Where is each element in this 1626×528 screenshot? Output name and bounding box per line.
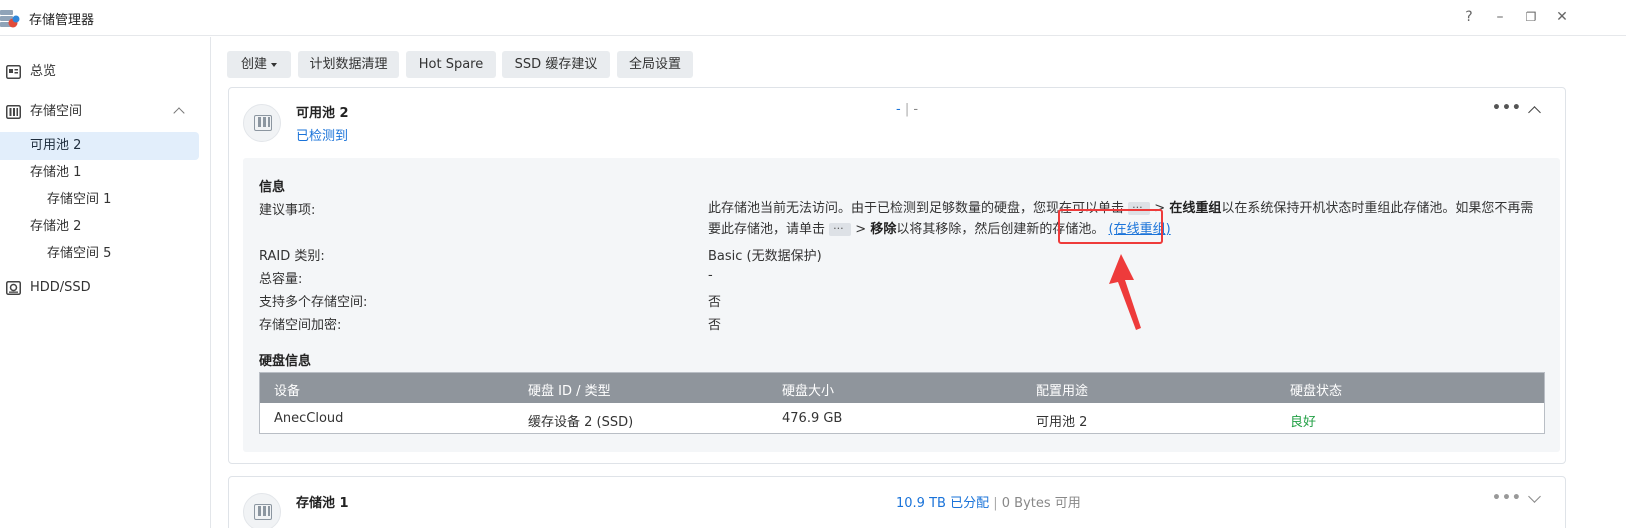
column-header[interactable]: 硬盘 ID / 类型 bbox=[528, 380, 611, 399]
sidebar-item-hdd-ssd[interactable]: HDD/SSD bbox=[0, 274, 199, 302]
encryption-label: 存储空间加密: bbox=[259, 318, 342, 333]
minimize-icon[interactable]: – bbox=[1489, 6, 1511, 28]
raid-label: RAID 类别: bbox=[259, 249, 325, 264]
global-settings-button[interactable]: 全局设置 bbox=[617, 51, 693, 78]
disk-table-header: 设备 硬盘 ID / 类型 硬盘大小 配置用途 硬盘状态 bbox=[260, 373, 1544, 403]
encryption-value: 否 bbox=[708, 318, 722, 333]
more-options-icon[interactable]: ••• bbox=[1492, 490, 1522, 506]
pool-usage: - | - bbox=[896, 102, 919, 117]
pool-icon bbox=[243, 493, 281, 528]
title-bar: 存储管理器 ? – ❐ ✕ bbox=[0, 0, 1626, 36]
capacity-value: - bbox=[708, 268, 713, 283]
sidebar-item-volume-5[interactable]: 存储空间 5 bbox=[0, 240, 199, 268]
overview-icon bbox=[6, 65, 21, 79]
app-title: 存储管理器 bbox=[29, 13, 95, 28]
pool-icon bbox=[243, 104, 281, 142]
raid-value: Basic (无数据保护) bbox=[708, 249, 822, 264]
sidebar-item-label: 存储空间 bbox=[30, 104, 83, 119]
storage-icon bbox=[6, 105, 21, 119]
info-title: 信息 bbox=[259, 180, 286, 195]
disk-status: 良好 bbox=[1290, 415, 1317, 430]
pool-name: 可用池 2 bbox=[296, 106, 349, 121]
schedule-scrub-button[interactable]: 计划数据清理 bbox=[298, 51, 399, 78]
more-options-icon bbox=[829, 218, 852, 239]
storage-manager-icon bbox=[0, 10, 20, 28]
column-header[interactable]: 硬盘大小 bbox=[782, 380, 834, 399]
hot-spare-button[interactable]: Hot Spare bbox=[406, 51, 496, 78]
pool-status: 已检测到 bbox=[296, 129, 349, 144]
sidebar-item-label: 总览 bbox=[30, 64, 57, 79]
sidebar-item-storage[interactable]: 存储空间 bbox=[0, 98, 199, 126]
disk-icon bbox=[6, 281, 21, 295]
chevron-up-icon[interactable] bbox=[173, 107, 185, 119]
sidebar-item-volume-1[interactable]: 存储空间 1 bbox=[0, 186, 199, 214]
help-icon[interactable]: ? bbox=[1458, 6, 1480, 28]
sidebar-item-pool-1[interactable]: 存储池 1 bbox=[0, 159, 199, 187]
chevron-down-icon[interactable] bbox=[1528, 490, 1541, 503]
disk-info-title: 硬盘信息 bbox=[259, 354, 312, 369]
column-header[interactable]: 设备 bbox=[274, 380, 300, 399]
advice-label: 建议事项: bbox=[259, 203, 316, 218]
restore-icon[interactable]: ❐ bbox=[1520, 6, 1542, 28]
info-panel: 信息 建议事项: 此存储池当前无法访问。由于已检测到足够数量的硬盘，您现在可以单… bbox=[243, 158, 1560, 452]
column-header[interactable]: 硬盘状态 bbox=[1290, 380, 1342, 399]
disk-table: 设备 硬盘 ID / 类型 硬盘大小 配置用途 硬盘状态 AnecCloud 缓… bbox=[259, 372, 1545, 434]
chevron-up-icon[interactable] bbox=[1528, 106, 1541, 119]
pool-card: 可用池 2 已检测到 - | - ••• 信息 建议事项: 此存储池当前无法访问… bbox=[228, 87, 1566, 464]
ssd-cache-advice-button[interactable]: SSD 缓存建议 bbox=[502, 51, 610, 78]
disk-device[interactable]: AnecCloud bbox=[274, 411, 343, 426]
sidebar-item-pool-2b[interactable]: 存储池 2 bbox=[0, 213, 199, 241]
caret-down-icon bbox=[271, 62, 277, 67]
create-label: 创建 bbox=[240, 57, 267, 72]
pool-name: 存储池 1 bbox=[296, 496, 349, 511]
pool-usage: 10.9 TB 已分配 | 0 Bytes 可用 bbox=[896, 496, 1081, 511]
sidebar-item-label: 存储空间 1 bbox=[47, 192, 112, 207]
pool-card-2: 存储池 1 10.9 TB 已分配 | 0 Bytes 可用 ••• bbox=[228, 476, 1566, 528]
highlight-box bbox=[1058, 209, 1163, 244]
sidebar-item-label: 存储空间 5 bbox=[47, 246, 112, 261]
sidebar-item-overview[interactable]: 总览 bbox=[0, 58, 199, 86]
more-options-icon[interactable]: ••• bbox=[1492, 100, 1522, 116]
multi-volume-label: 支持多个存储空间: bbox=[259, 295, 368, 310]
sidebar-item-label: 存储池 2 bbox=[30, 219, 82, 234]
sidebar-item-label: 可用池 2 bbox=[30, 138, 82, 153]
disk-size: 476.9 GB bbox=[782, 411, 843, 426]
sidebar-item-label: 存储池 1 bbox=[30, 165, 82, 180]
multi-volume-value: 否 bbox=[708, 295, 722, 310]
sidebar-item-label: HDD/SSD bbox=[30, 280, 91, 295]
create-button[interactable]: 创建 bbox=[227, 51, 291, 78]
annotation-arrow-icon bbox=[1109, 254, 1141, 330]
disk-id: 缓存设备 2 (SSD) bbox=[528, 415, 634, 430]
column-header[interactable]: 配置用途 bbox=[1036, 380, 1088, 399]
disk-usage: 可用池 2 bbox=[1036, 415, 1088, 430]
sidebar: 总览 存储空间 可用池 2 存储池 1 存储空间 1 存储池 2 存储空间 5 … bbox=[0, 37, 211, 528]
sidebar-item-pool-2[interactable]: 可用池 2 bbox=[0, 132, 199, 160]
capacity-label: 总容量: bbox=[259, 272, 303, 287]
close-icon[interactable]: ✕ bbox=[1551, 6, 1573, 28]
